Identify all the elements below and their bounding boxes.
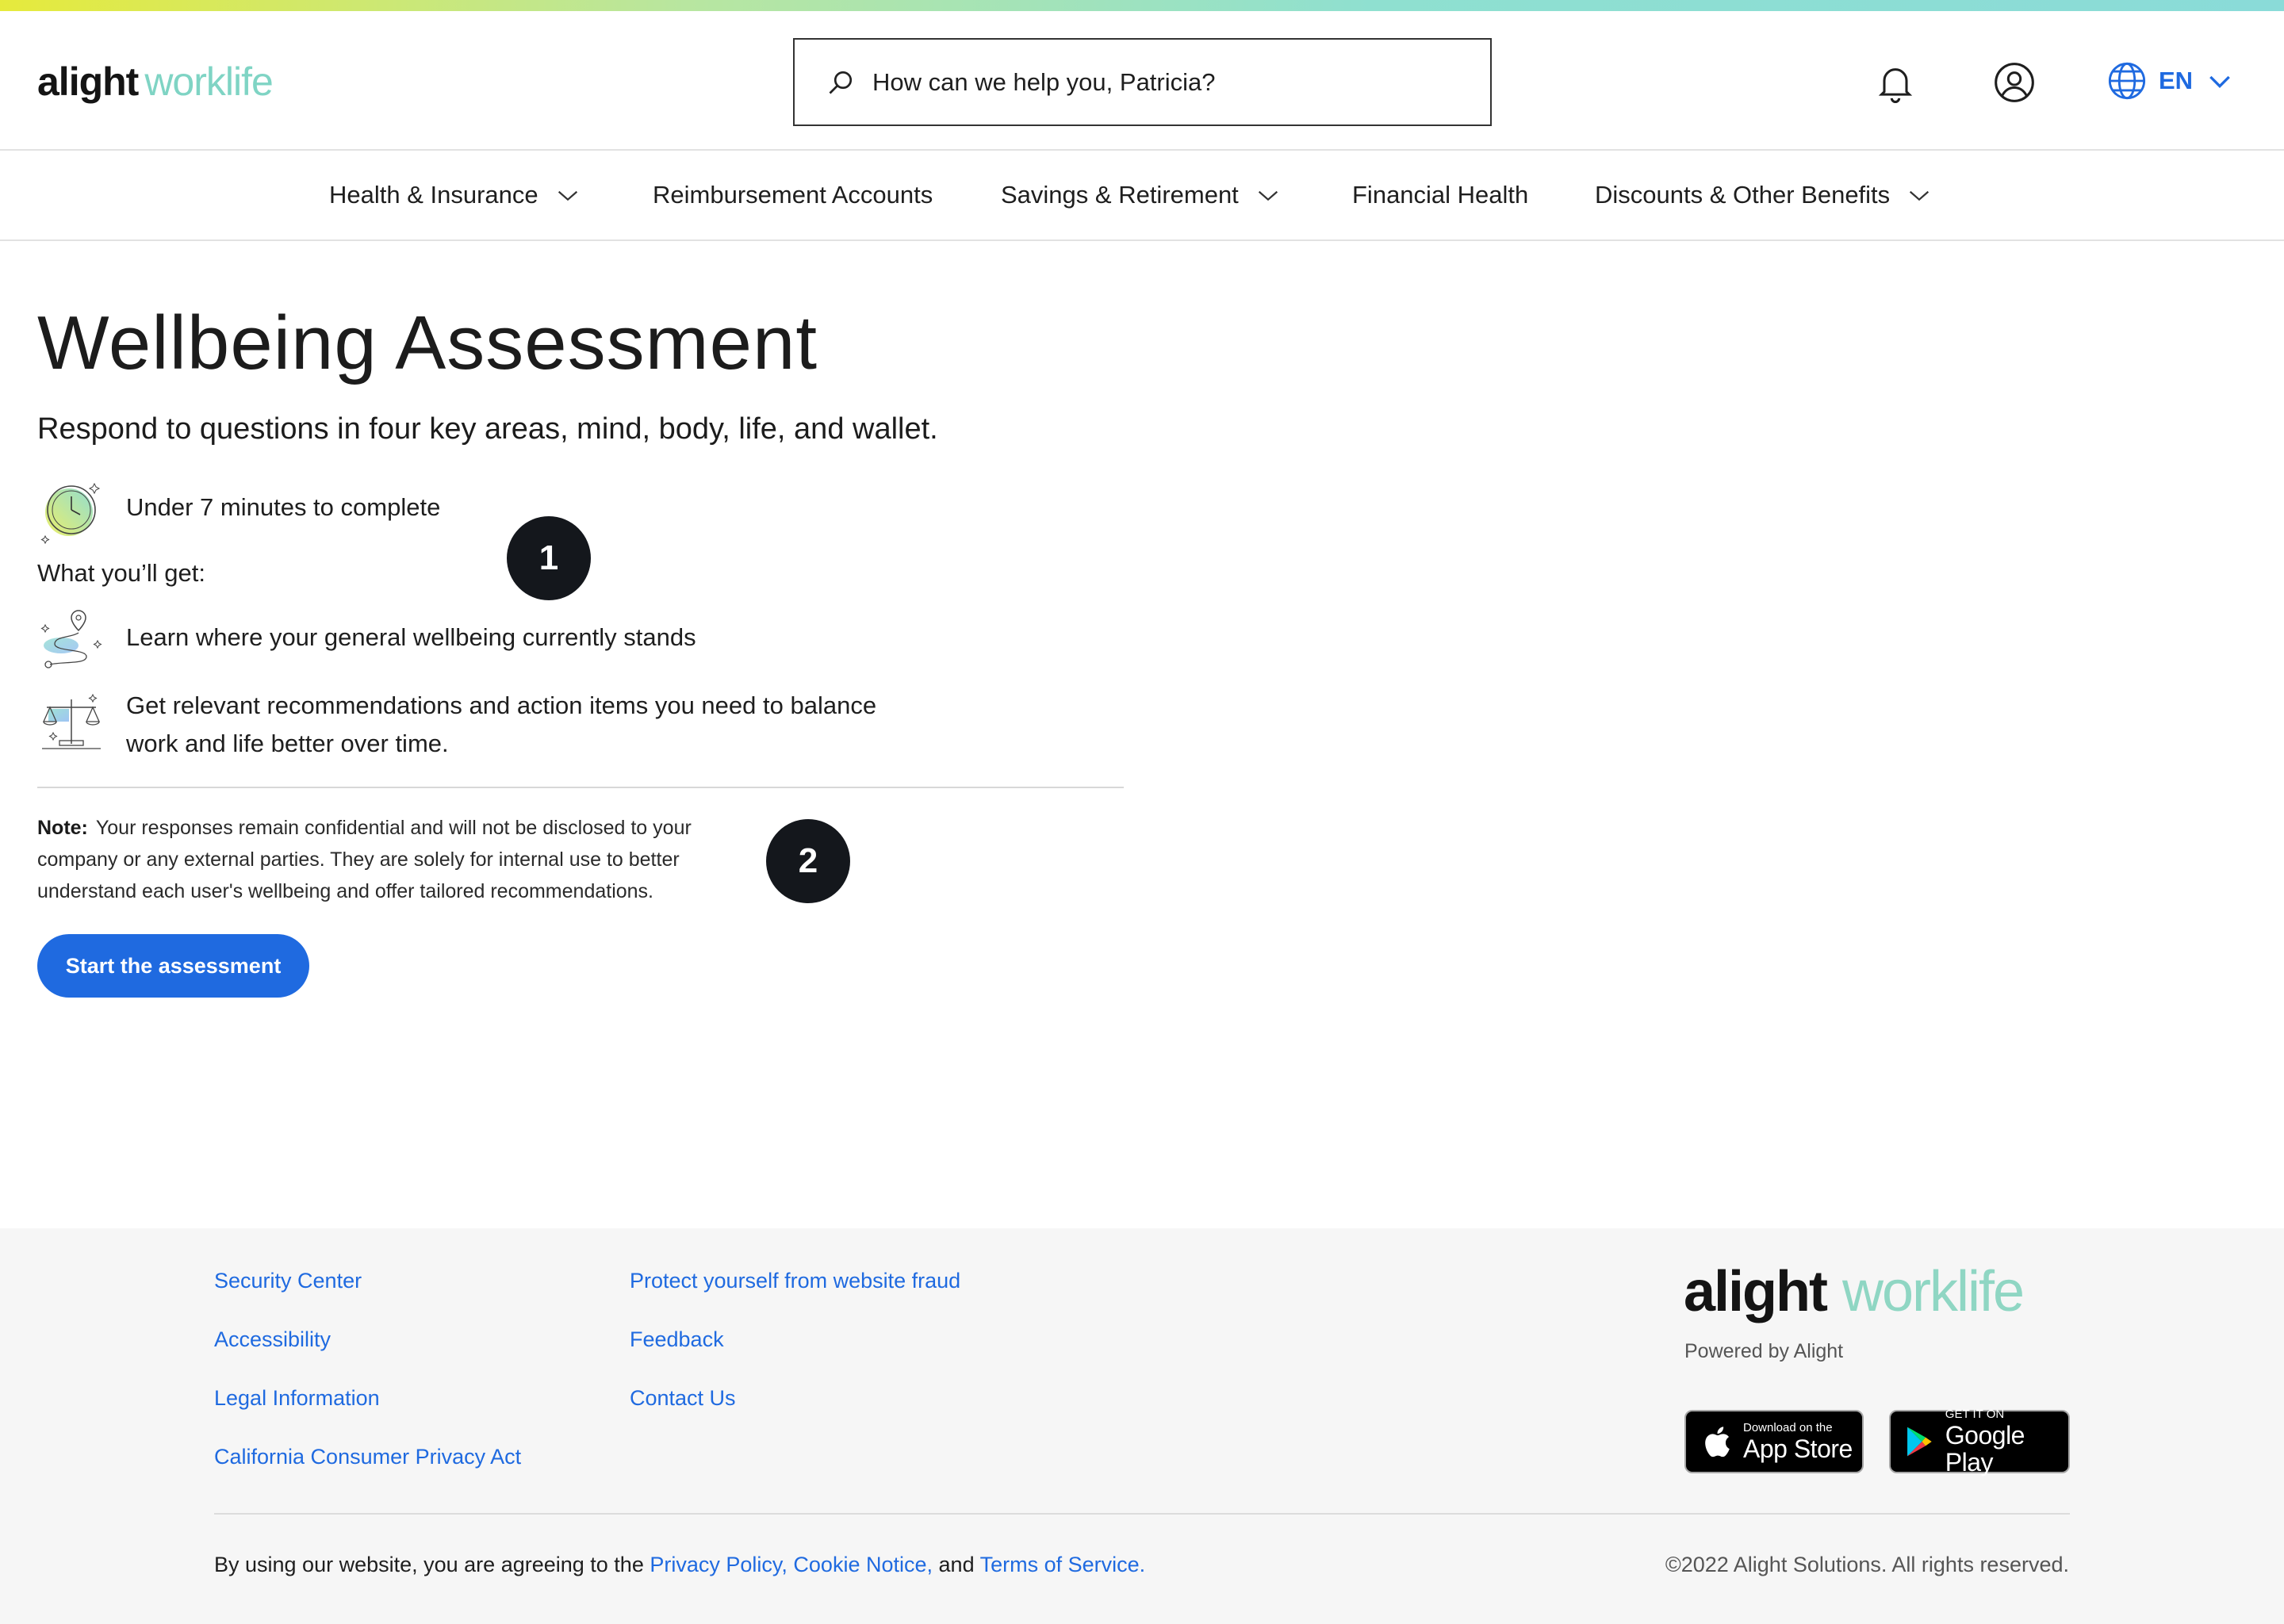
stopwatch-icon (40, 482, 101, 544)
footer-link-legal-information[interactable]: Legal Information (214, 1386, 380, 1411)
start-assessment-button[interactable]: Start the assessment (37, 934, 309, 998)
benefit-item: Get relevant recommendations and action … (37, 688, 876, 763)
scales-icon (42, 693, 101, 749)
nav-label: Health & Insurance (329, 181, 538, 209)
nav-label: Financial Health (1352, 181, 1529, 209)
map-pin-path-icon (40, 610, 102, 668)
logo-worklife-text: worklife (144, 59, 273, 104)
nav-reimbursement-accounts[interactable]: Reimbursement Accounts (653, 181, 933, 209)
logo-alight-text: alight (37, 59, 139, 104)
search-icon (829, 71, 853, 94)
search-placeholder: How can we help you, Patricia? (872, 67, 1216, 96)
app-store-text: Download on the App Store (1743, 1421, 1853, 1462)
account-icon[interactable] (1992, 60, 2037, 105)
language-label: EN (2159, 67, 2194, 94)
app-store-line2: App Store (1743, 1434, 1853, 1463)
google-play-icon (1907, 1427, 1932, 1457)
note-text: company or any external parties. They ar… (37, 848, 680, 871)
nav-label: Discounts & Other Benefits (1595, 181, 1891, 209)
footer-link-security-center[interactable]: Security Center (214, 1269, 362, 1293)
nav-savings-retirement[interactable]: Savings & Retirement (1001, 181, 1282, 209)
note-text: Your responses remain confidential and w… (95, 817, 692, 839)
alight-worklife-logo[interactable]: alight worklife (37, 59, 274, 105)
cookie-notice-link[interactable]: Cookie Notice, (793, 1553, 933, 1576)
footer-link-contact-us[interactable]: Contact Us (630, 1386, 736, 1411)
note-label: Note: (37, 817, 88, 839)
language-selector[interactable]: EN (2106, 60, 2236, 102)
copyright-text: ©2022 Alight Solutions. All rights reser… (1665, 1553, 2069, 1576)
google-play-text: GET IT ON Google Play (1945, 1408, 2068, 1476)
nav-label: Savings & Retirement (1001, 181, 1239, 209)
bell-icon[interactable] (1873, 60, 1918, 105)
app-store-line1: Download on the (1743, 1421, 1833, 1434)
annotation-marker-1: 1 (507, 516, 591, 600)
chevron-down-icon (558, 190, 577, 201)
brand-gradient-bar (0, 0, 2284, 11)
footer-divider (214, 1513, 2070, 1515)
benefit-text: Learn where your general wellbeing curre… (126, 623, 696, 651)
nav-label: Reimbursement Accounts (653, 181, 933, 209)
footer-link-ccpa[interactable]: California Consumer Privacy Act (214, 1445, 521, 1469)
footer-link-website-fraud[interactable]: Protect yourself from website fraud (630, 1269, 960, 1293)
globe-icon (2108, 62, 2146, 100)
nav-health-insurance[interactable]: Health & Insurance (329, 181, 581, 209)
footer-link-accessibility[interactable]: Accessibility (214, 1327, 331, 1352)
main-nav: Health & Insurance Reimbursement Account… (0, 151, 2284, 241)
annotation-marker-2: 2 (766, 819, 850, 903)
app-store-badge[interactable]: Download on the App Store (1684, 1410, 1864, 1473)
benefit-text-line: Get relevant recommendations and action … (126, 691, 877, 719)
confidentiality-note: Note: Your responses remain confidential … (37, 812, 767, 907)
footer-alight-worklife-logo: alight worklife (1684, 1259, 2025, 1324)
chevron-down-icon (1910, 190, 1930, 201)
google-play-line1: GET IT ON (1945, 1408, 2005, 1421)
legal-and: and (938, 1553, 975, 1576)
benefit-text: Get relevant recommendations and action … (126, 687, 876, 763)
time-estimate: Under 7 minutes to complete (37, 476, 440, 544)
note-text: understand each user's wellbeing and off… (37, 880, 654, 902)
page-lead: Respond to questions in four key areas, … (37, 412, 938, 446)
what-you-get-label: What you’ll get: (37, 559, 205, 587)
apple-icon (1705, 1427, 1730, 1457)
google-play-line2: Google Play (1945, 1421, 2025, 1477)
privacy-policy-link[interactable]: Privacy Policy, (650, 1553, 788, 1576)
time-estimate-text: Under 7 minutes to complete (126, 493, 441, 521)
footer-link-feedback[interactable]: Feedback (630, 1327, 724, 1352)
nav-discounts-other-benefits[interactable]: Discounts & Other Benefits (1595, 181, 1933, 209)
logo-worklife-text: worklife (1842, 1260, 2025, 1323)
terms-of-service-link[interactable]: Terms of Service. (980, 1553, 1146, 1576)
search-input[interactable]: How can we help you, Patricia? (793, 38, 1492, 126)
benefit-text-line: work and life better over time. (126, 730, 449, 757)
nav-financial-health[interactable]: Financial Health (1352, 181, 1528, 209)
legal-prefix: By using our website, you are agreeing t… (214, 1553, 644, 1576)
logo-alight-text: alight (1684, 1260, 1828, 1323)
google-play-badge[interactable]: GET IT ON Google Play (1889, 1408, 2070, 1476)
page-title: Wellbeing Assessment (37, 301, 818, 385)
powered-by-text: Powered by Alight (1684, 1340, 1844, 1362)
chevron-down-icon (2209, 75, 2230, 89)
section-divider (37, 787, 1124, 788)
benefit-item: Learn where your general wellbeing curre… (37, 604, 696, 672)
site-header: alight worklife How can we help you, Patr… (0, 11, 2284, 151)
chevron-down-icon (1258, 190, 1278, 201)
legal-agreement-text: By using our website, you are agreeing t… (214, 1553, 1145, 1577)
